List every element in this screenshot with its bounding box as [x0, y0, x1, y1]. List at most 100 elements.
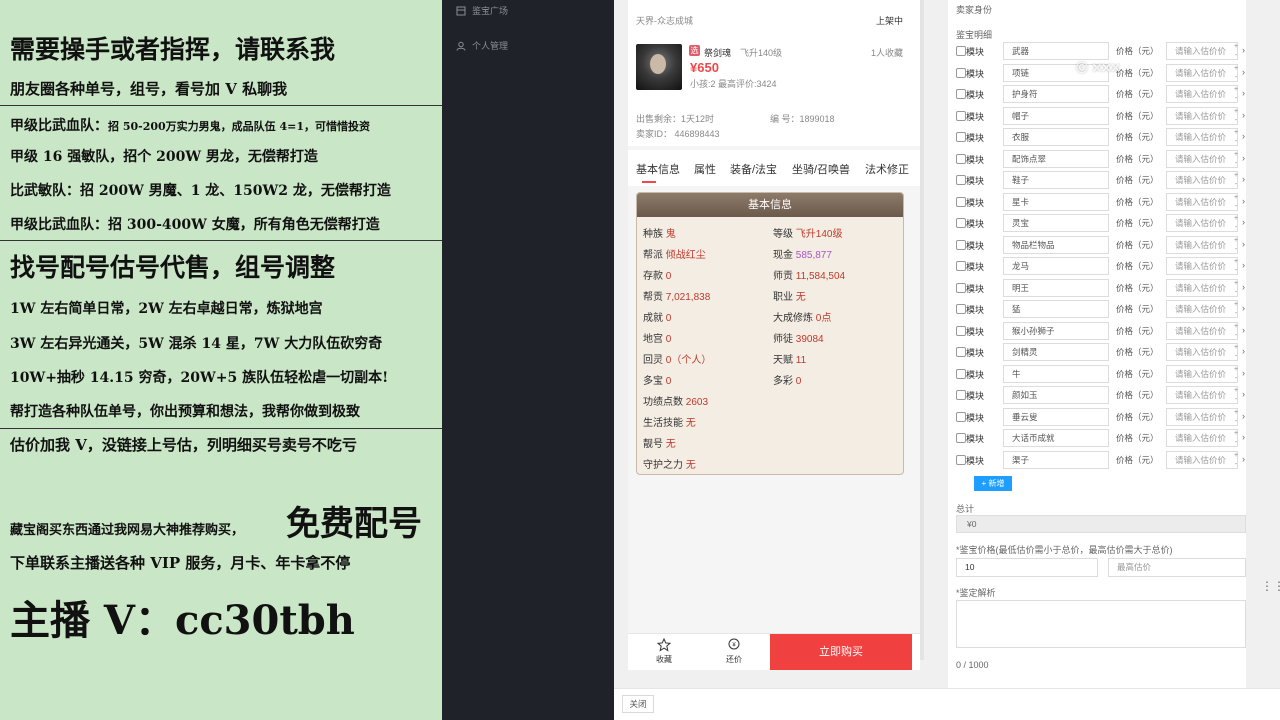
chevron-right-icon[interactable]: › — [1242, 110, 1245, 120]
stepper-icon[interactable]: + - — [1232, 322, 1240, 340]
price-input[interactable]: 请输入估价价 — [1166, 106, 1238, 125]
chevron-right-icon[interactable]: › — [1242, 454, 1245, 464]
item-name-input[interactable]: 武器 — [1003, 42, 1109, 60]
item-name-input[interactable]: 猛 — [1003, 300, 1109, 318]
drag-icon[interactable] — [956, 325, 966, 336]
stepper-icon[interactable]: + - — [1232, 64, 1240, 82]
drag-icon[interactable] — [956, 368, 966, 379]
stepper-icon[interactable]: + - — [1232, 279, 1240, 297]
drag-icon[interactable] — [956, 282, 966, 293]
chevron-right-icon[interactable]: › — [1242, 45, 1245, 55]
drag-icon[interactable] — [956, 196, 966, 207]
chevron-right-icon[interactable]: › — [1242, 303, 1245, 313]
chevron-right-icon[interactable]: › — [1242, 260, 1245, 270]
item-name-input[interactable]: 大话币成就 — [1003, 429, 1109, 447]
drag-icon[interactable] — [956, 433, 966, 443]
drag-icon[interactable] — [956, 153, 966, 164]
drag-icon[interactable] — [956, 454, 966, 465]
max-price-input[interactable]: 最高估价 — [1108, 558, 1246, 577]
drag-icon[interactable] — [956, 67, 966, 78]
buy-now-button[interactable]: 立即购买 — [770, 634, 912, 670]
analysis-textarea[interactable] — [956, 600, 1246, 648]
price-input[interactable]: 请输入估价价 — [1166, 171, 1238, 189]
item-name-input[interactable]: 龙马 — [1003, 257, 1109, 275]
stepper-icon[interactable]: + - — [1232, 408, 1240, 426]
drag-handle-icon[interactable]: ⋮⋮ — [1261, 580, 1280, 598]
drag-icon[interactable] — [956, 46, 966, 56]
chevron-right-icon[interactable]: › — [1242, 432, 1245, 442]
item-name-input[interactable]: 渠子 — [1003, 450, 1109, 469]
close-button[interactable]: 关闭 — [622, 695, 654, 713]
drag-icon[interactable] — [956, 390, 966, 400]
stepper-icon[interactable]: + - — [1232, 107, 1240, 125]
stepper-icon[interactable]: + - — [1232, 150, 1240, 168]
stepper-icon[interactable]: + - — [1232, 171, 1240, 189]
price-input[interactable]: 请输入估价价 — [1166, 407, 1238, 426]
drag-icon[interactable] — [956, 89, 966, 99]
price-input[interactable]: 请输入估价价 — [1166, 364, 1238, 383]
chevron-right-icon[interactable]: › — [1242, 153, 1245, 163]
chevron-right-icon[interactable]: › — [1242, 196, 1245, 206]
price-input[interactable]: 请输入估价价 — [1166, 42, 1238, 60]
chevron-right-icon[interactable]: › — [1242, 282, 1245, 292]
item-name-input[interactable]: 明王 — [1003, 278, 1109, 297]
drag-icon[interactable] — [956, 347, 966, 357]
drag-icon[interactable] — [956, 175, 966, 185]
price-input[interactable]: 请输入估价价 — [1166, 214, 1238, 232]
preview-scrollbar[interactable] — [920, 0, 924, 660]
add-item-button[interactable]: + 新增 — [974, 476, 1012, 491]
item-name-input[interactable]: 灵宝 — [1003, 214, 1109, 232]
stepper-icon[interactable]: + - — [1232, 429, 1240, 447]
price-input[interactable]: 请输入估价价 — [1166, 235, 1238, 254]
stepper-icon[interactable]: + - — [1232, 343, 1240, 361]
price-input[interactable]: 请输入估价价 — [1166, 85, 1238, 103]
price-input[interactable]: 请输入估价价 — [1166, 300, 1238, 318]
stepper-icon[interactable]: + - — [1232, 386, 1240, 404]
price-input[interactable]: 请输入估价价 — [1166, 128, 1238, 146]
price-input[interactable]: 请输入估价价 — [1166, 63, 1238, 82]
stepper-icon[interactable]: + - — [1232, 300, 1240, 318]
stepper-icon[interactable]: + - — [1232, 365, 1240, 383]
tab-basic-info[interactable]: 基本信息 — [636, 161, 680, 177]
drag-icon[interactable] — [956, 239, 966, 250]
chevron-right-icon[interactable]: › — [1242, 411, 1245, 421]
chevron-right-icon[interactable]: › — [1242, 239, 1245, 249]
bargain-button[interactable]: ¥ 还价 — [704, 638, 764, 665]
stepper-icon[interactable]: + - — [1232, 236, 1240, 254]
price-input[interactable]: 请输入估价价 — [1166, 149, 1238, 168]
favorite-button[interactable]: 收藏 — [634, 638, 694, 665]
chevron-right-icon[interactable]: › — [1242, 131, 1245, 141]
price-input[interactable]: 请输入估价价 — [1166, 343, 1238, 361]
stepper-icon[interactable]: + - — [1232, 85, 1240, 103]
chevron-right-icon[interactable]: › — [1242, 174, 1245, 184]
stepper-icon[interactable]: + - — [1232, 257, 1240, 275]
item-name-input[interactable]: 牛 — [1003, 364, 1109, 383]
price-input[interactable]: 请输入估价价 — [1166, 192, 1238, 211]
drag-icon[interactable] — [956, 304, 966, 314]
item-name-input[interactable]: 颜如玉 — [1003, 386, 1109, 404]
price-input[interactable]: 请输入估价价 — [1166, 386, 1238, 404]
tab-equipment[interactable]: 装备/法宝 — [730, 161, 777, 177]
drag-icon[interactable] — [956, 218, 966, 228]
sidebar-item-personal-management[interactable]: 个人管理 — [456, 39, 508, 52]
price-input[interactable]: 请输入估价价 — [1166, 257, 1238, 275]
drag-icon[interactable] — [956, 261, 966, 271]
item-name-input[interactable]: 衣服 — [1003, 128, 1109, 146]
chevron-right-icon[interactable]: › — [1242, 346, 1245, 356]
chevron-right-icon[interactable]: › — [1242, 217, 1245, 227]
sidebar-item-appraisal-square[interactable]: 鉴宝广场 — [456, 4, 508, 17]
item-name-input[interactable]: 剑精灵 — [1003, 343, 1109, 361]
chevron-right-icon[interactable]: › — [1242, 325, 1245, 335]
price-input[interactable]: 请输入估价价 — [1166, 450, 1238, 469]
stepper-icon[interactable]: + - — [1232, 214, 1240, 232]
price-input[interactable]: 请输入估价价 — [1166, 429, 1238, 447]
stepper-icon[interactable]: + - — [1232, 193, 1240, 211]
item-name-input[interactable]: 鞋子 — [1003, 171, 1109, 189]
drag-icon[interactable] — [956, 110, 966, 121]
tab-mounts[interactable]: 坐骑/召唤兽 — [792, 161, 850, 177]
tab-spells[interactable]: 法术修正 — [865, 161, 909, 177]
min-price-input[interactable]: 10 — [956, 558, 1098, 577]
item-name-input[interactable]: 配饰点翠 — [1003, 149, 1109, 168]
stepper-icon[interactable]: + - — [1232, 128, 1240, 146]
item-name-input[interactable]: 护身符 — [1003, 85, 1109, 103]
